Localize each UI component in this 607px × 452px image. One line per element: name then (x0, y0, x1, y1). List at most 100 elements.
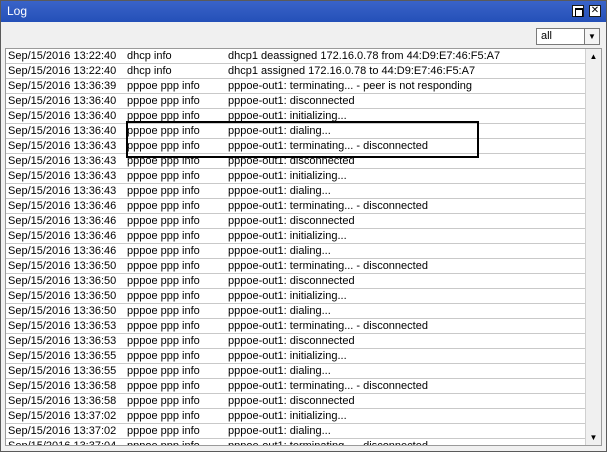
log-message: pppoe-out1: dialing... (228, 245, 331, 257)
log-row[interactable]: Sep/15/2016 13:36:53 pppoe ppp info pppoe-… (6, 319, 586, 334)
log-time: Sep/15/2016 13:36:46 (8, 245, 117, 257)
log-topics: pppoe ppp info (127, 440, 200, 446)
log-time: Sep/15/2016 13:36:50 (8, 275, 117, 287)
log-message: pppoe-out1: dialing... (228, 125, 331, 137)
log-time: Sep/15/2016 13:37:02 (8, 425, 117, 437)
log-row[interactable]: Sep/15/2016 13:36:43 pppoe ppp info pppoe-… (6, 169, 586, 184)
log-topics: pppoe ppp info (127, 185, 200, 197)
log-row[interactable]: Sep/15/2016 13:36:53 pppoe ppp info pppoe-… (6, 334, 586, 349)
log-message: pppoe-out1: disconnected (228, 275, 355, 287)
log-topics: pppoe ppp info (127, 215, 200, 227)
toolbar (1, 22, 606, 48)
log-rows: Sep/15/2016 13:22:40 dhcp info dhcp1 deass… (6, 49, 586, 446)
topic-filter-select[interactable]: all ▼ (536, 28, 600, 45)
log-topics: pppoe ppp info (127, 125, 200, 137)
log-row[interactable]: Sep/15/2016 13:36:40 pppoe ppp info pppoe-… (6, 124, 586, 139)
log-topics: pppoe ppp info (127, 305, 200, 317)
log-topics: dhcp info (127, 50, 172, 62)
log-row[interactable]: Sep/15/2016 13:36:50 pppoe ppp info pppoe-… (6, 304, 586, 319)
log-time: Sep/15/2016 13:22:40 (8, 50, 117, 62)
log-message: pppoe-out1: initializing... (228, 290, 347, 302)
log-topics: pppoe ppp info (127, 245, 200, 257)
log-row[interactable]: Sep/15/2016 13:36:43 pppoe ppp info pppoe-… (6, 184, 586, 199)
log-row[interactable]: Sep/15/2016 13:36:40 pppoe ppp info pppoe-… (6, 109, 586, 124)
log-topics: pppoe ppp info (127, 80, 200, 92)
log-topics: pppoe ppp info (127, 275, 200, 287)
log-topics: pppoe ppp info (127, 395, 200, 407)
log-time: Sep/15/2016 13:36:40 (8, 110, 117, 122)
log-message: pppoe-out1: dialing... (228, 185, 331, 197)
log-window: Log ✕ all ▼ Sep/15/2016 13:22:40 dhcp inf… (0, 0, 607, 452)
log-topics: pppoe ppp info (127, 350, 200, 362)
log-row[interactable]: Sep/15/2016 13:36:46 pppoe ppp info pppoe-… (6, 244, 586, 259)
log-time: Sep/15/2016 13:36:53 (8, 320, 117, 332)
filter-value: all (541, 30, 553, 42)
log-time: Sep/15/2016 13:37:04 (8, 440, 117, 446)
log-row[interactable]: Sep/15/2016 13:36:55 pppoe ppp info pppoe-… (6, 364, 586, 379)
log-message: pppoe-out1: dialing... (228, 305, 331, 317)
log-row[interactable]: Sep/15/2016 13:36:43 pppoe ppp info pppoe-… (6, 154, 586, 169)
log-row[interactable]: Sep/15/2016 13:37:02 pppoe ppp info pppoe-… (6, 424, 586, 439)
log-message: pppoe-out1: initializing... (228, 110, 347, 122)
log-time: Sep/15/2016 13:36:55 (8, 350, 117, 362)
log-row[interactable]: Sep/15/2016 13:36:46 pppoe ppp info pppoe-… (6, 199, 586, 214)
log-row[interactable]: Sep/15/2016 13:36:39 pppoe ppp info pppoe-… (6, 79, 586, 94)
restore-icon (575, 8, 583, 17)
log-row[interactable]: Sep/15/2016 13:36:46 pppoe ppp info pppoe-… (6, 229, 586, 244)
log-message: pppoe-out1: terminating... - disconnecte… (228, 440, 428, 446)
restore-button[interactable] (572, 5, 584, 17)
log-topics: pppoe ppp info (127, 110, 200, 122)
log-row[interactable]: Sep/15/2016 13:36:43 pppoe ppp info pppoe-… (6, 139, 586, 154)
log-message: pppoe-out1: dialing... (228, 425, 331, 437)
log-time: Sep/15/2016 13:36:50 (8, 305, 117, 317)
log-time: Sep/15/2016 13:36:53 (8, 335, 117, 347)
log-row[interactable]: Sep/15/2016 13:36:58 pppoe ppp info pppoe-… (6, 379, 586, 394)
log-time: Sep/15/2016 13:22:40 (8, 65, 117, 77)
log-time: Sep/15/2016 13:36:43 (8, 155, 117, 167)
chevron-down-icon[interactable]: ▼ (584, 29, 599, 44)
log-row[interactable]: Sep/15/2016 13:36:46 pppoe ppp info pppoe-… (6, 214, 586, 229)
log-row[interactable]: Sep/15/2016 13:36:50 pppoe ppp info pppoe-… (6, 289, 586, 304)
log-row[interactable]: Sep/15/2016 13:37:02 pppoe ppp info pppoe-… (6, 409, 586, 424)
log-time: Sep/15/2016 13:36:43 (8, 185, 117, 197)
log-time: Sep/15/2016 13:36:43 (8, 170, 117, 182)
log-time: Sep/15/2016 13:36:50 (8, 290, 117, 302)
log-topics: pppoe ppp info (127, 290, 200, 302)
log-topics: pppoe ppp info (127, 200, 200, 212)
log-message: pppoe-out1: dialing... (228, 365, 331, 377)
log-message: dhcp1 assigned 172.16.0.78 to 44:D9:E7:4… (228, 65, 476, 77)
log-time: Sep/15/2016 13:36:46 (8, 230, 117, 242)
log-topics: pppoe ppp info (127, 260, 200, 272)
title-bar[interactable]: Log ✕ (1, 1, 606, 22)
log-message: pppoe-out1: terminating... - disconnecte… (228, 320, 428, 332)
log-message: pppoe-out1: initializing... (228, 350, 347, 362)
log-time: Sep/15/2016 13:36:40 (8, 125, 117, 137)
log-topics: pppoe ppp info (127, 365, 200, 377)
arrow-down-icon[interactable]: ▼ (586, 430, 601, 445)
window-title: Log (7, 4, 28, 18)
log-row[interactable]: Sep/15/2016 13:36:55 pppoe ppp info pppoe-… (6, 349, 586, 364)
log-message: pppoe-out1: disconnected (228, 335, 355, 347)
log-row[interactable]: Sep/15/2016 13:22:40 dhcp info dhcp1 assig… (6, 64, 586, 79)
log-row[interactable]: Sep/15/2016 13:36:50 pppoe ppp info pppoe-… (6, 274, 586, 289)
log-time: Sep/15/2016 13:36:39 (8, 80, 117, 92)
log-row[interactable]: Sep/15/2016 13:36:40 pppoe ppp info pppoe-… (6, 94, 586, 109)
log-topics: dhcp info (127, 65, 172, 77)
log-row[interactable]: Sep/15/2016 13:22:40 dhcp info dhcp1 deass… (6, 49, 586, 64)
log-time: Sep/15/2016 13:36:55 (8, 365, 117, 377)
log-message: pppoe-out1: terminating... - disconnecte… (228, 260, 428, 272)
log-message: pppoe-out1: terminating... - disconnecte… (228, 380, 428, 392)
log-topics: pppoe ppp info (127, 410, 200, 422)
log-message: pppoe-out1: disconnected (228, 95, 355, 107)
log-time: Sep/15/2016 13:36:46 (8, 200, 117, 212)
log-row[interactable]: Sep/15/2016 13:36:50 pppoe ppp info pppoe-… (6, 259, 586, 274)
log-row[interactable]: Sep/15/2016 13:37:04 pppoe ppp info pppoe-… (6, 439, 586, 446)
log-list[interactable]: Sep/15/2016 13:22:40 dhcp info dhcp1 deass… (5, 48, 602, 446)
log-time: Sep/15/2016 13:36:46 (8, 215, 117, 227)
close-button[interactable]: ✕ (589, 5, 601, 17)
log-row[interactable]: Sep/15/2016 13:36:58 pppoe ppp info pppoe-… (6, 394, 586, 409)
log-time: Sep/15/2016 13:36:58 (8, 395, 117, 407)
arrow-up-icon[interactable]: ▲ (586, 49, 601, 64)
log-time: Sep/15/2016 13:36:50 (8, 260, 117, 272)
vertical-scrollbar[interactable]: ▲ ▼ (585, 49, 601, 445)
